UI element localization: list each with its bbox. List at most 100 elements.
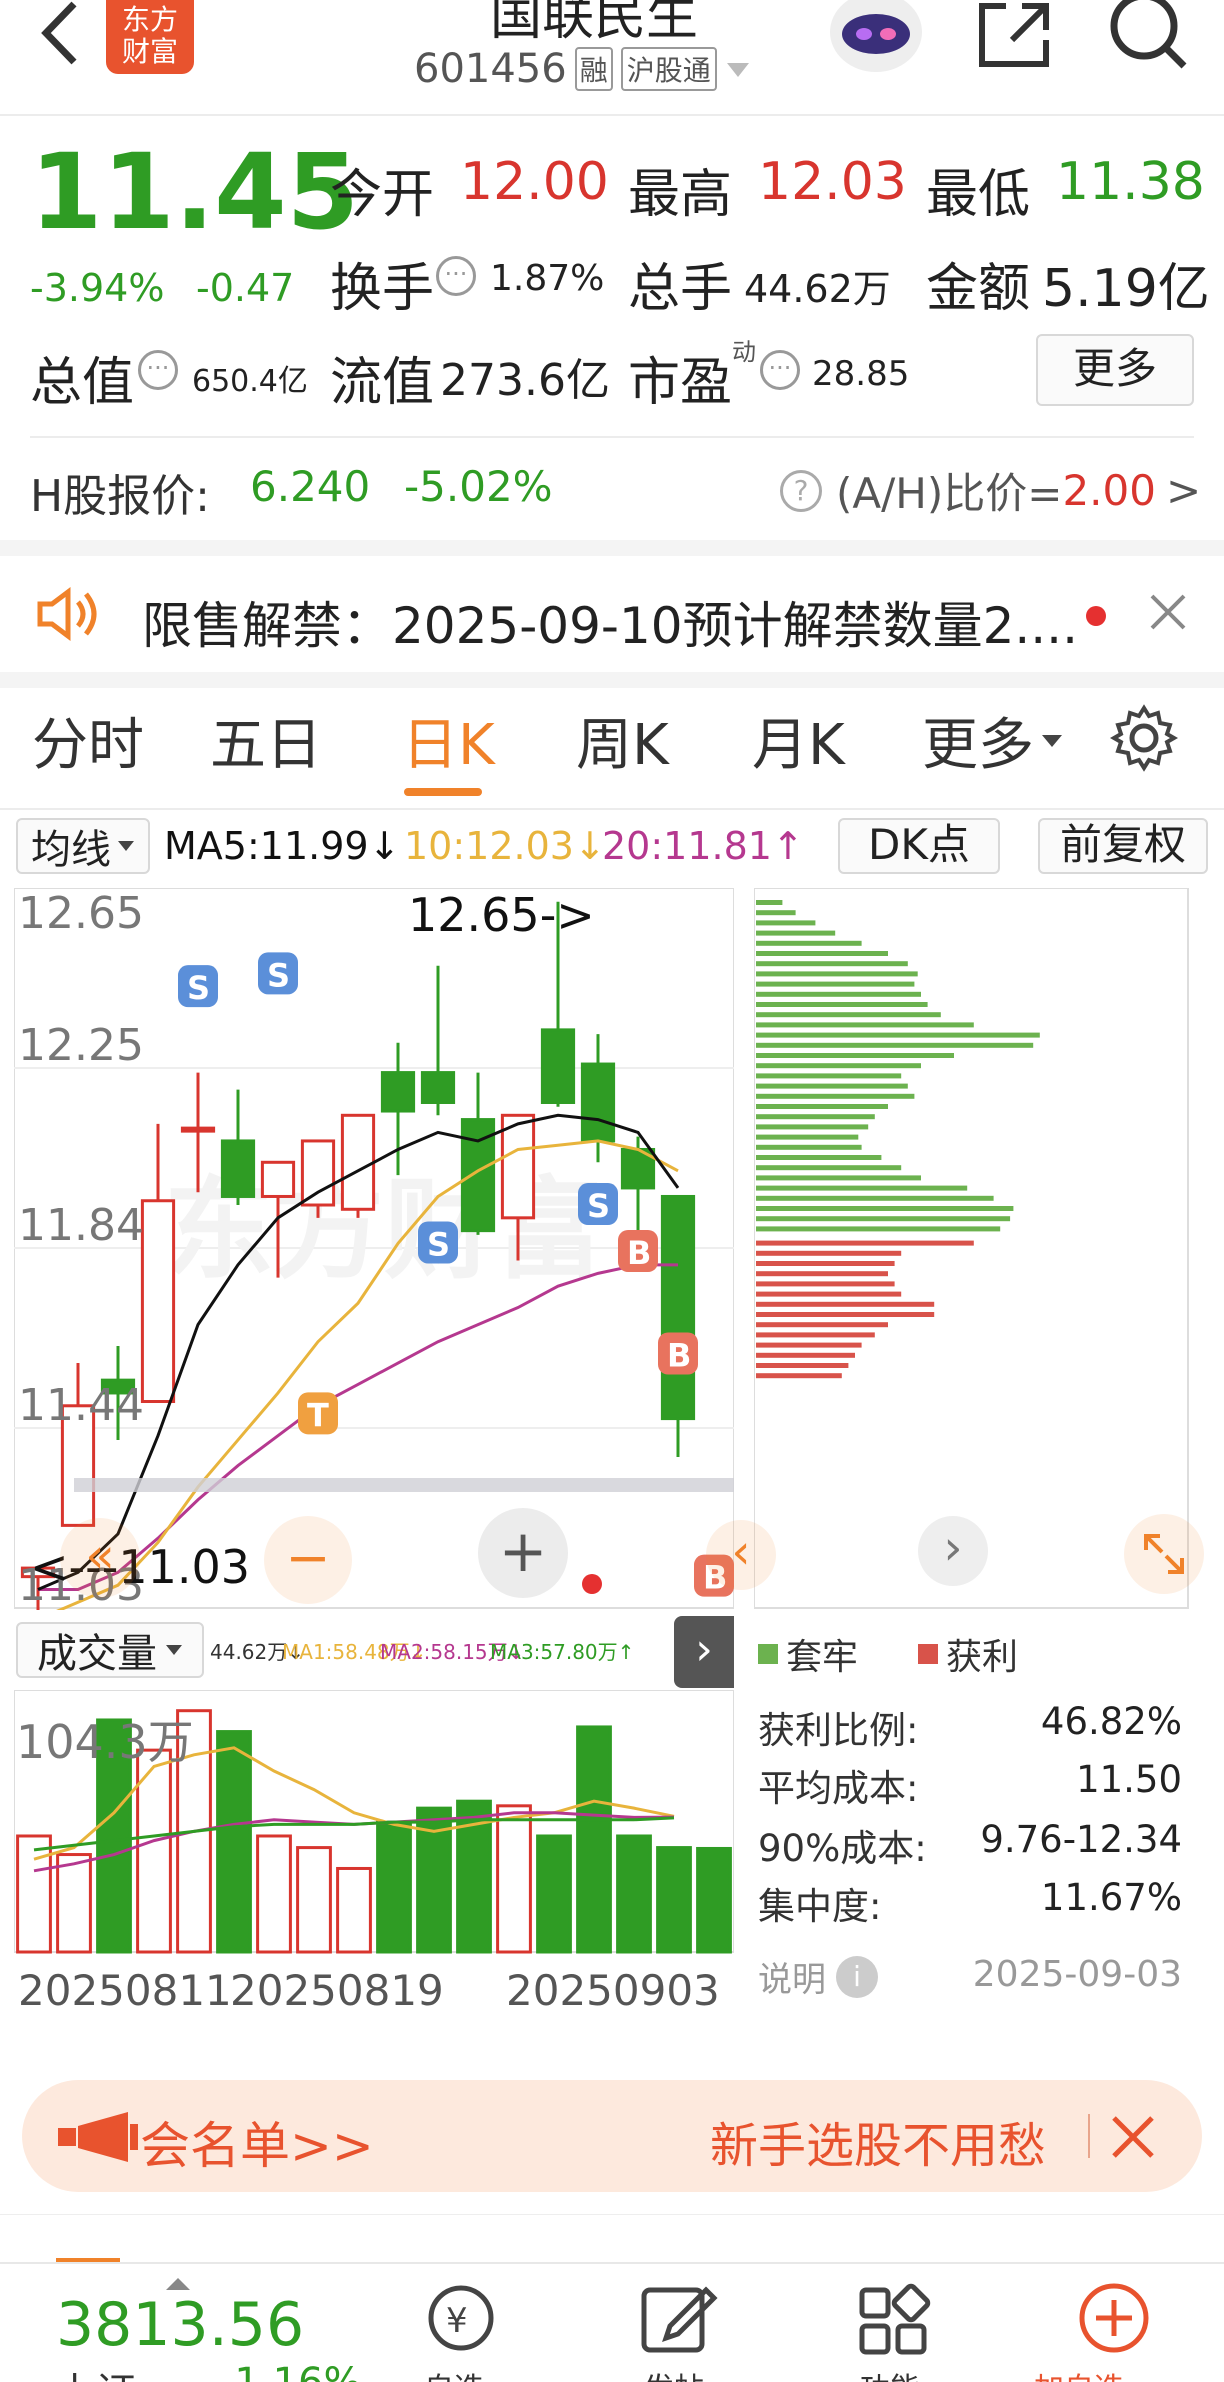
index-quote[interactable]: 3813.56 上证 -1.16% xyxy=(56,2264,362,2382)
robot-avatar[interactable] xyxy=(826,0,926,76)
hshare-label: H股报价: xyxy=(30,471,210,522)
last-price: 11.45 xyxy=(30,131,359,253)
watchlist-icon[interactable]: ¥ xyxy=(416,2282,506,2362)
mktcap-label: 总值 xyxy=(30,353,135,413)
search-button[interactable] xyxy=(1108,0,1188,72)
tab-more[interactable]: 更多 xyxy=(922,700,1064,781)
signal-marker-label: T xyxy=(307,1396,329,1434)
ah-ratio[interactable]: ? (A/H)比价= 2.00 > xyxy=(780,460,1201,521)
notice-text: 限售解禁：2025-09-10预计解禁数量2.... xyxy=(142,597,1078,655)
post-icon[interactable] xyxy=(636,2280,720,2360)
chip-bar-profit xyxy=(756,1281,895,1287)
y-tick: 12.65 xyxy=(18,888,144,939)
chip-bar-trap xyxy=(756,1216,1011,1222)
chip-bar-profit xyxy=(756,1291,902,1297)
vol-next-button[interactable]: › xyxy=(674,1616,734,1688)
mktcap-info-icon[interactable]: ··· xyxy=(138,350,178,390)
chip-bar-trap xyxy=(756,1093,915,1099)
active-tab-indicator xyxy=(404,788,482,796)
pe-label: 市盈 xyxy=(628,353,733,413)
chip-bar-trap xyxy=(756,910,796,916)
signal-marker-label: S xyxy=(587,1187,610,1225)
change-percent: -3.94% xyxy=(30,266,165,310)
chip-bar-profit xyxy=(756,1261,895,1266)
signal-marker-label: B xyxy=(627,1234,651,1272)
share-button[interactable] xyxy=(976,0,1052,70)
pe-info-icon[interactable]: ··· xyxy=(760,350,800,390)
chip-nav-right[interactable]: › xyxy=(918,1516,988,1586)
nav-label: 自选 xyxy=(424,2364,484,2382)
notice-bar[interactable]: 限售解禁：2025-09-10预计解禁数量2.... xyxy=(0,556,1224,672)
chip-bar-trap xyxy=(756,1226,1001,1232)
index-name: 上证 xyxy=(56,2360,136,2382)
scroll-left-button[interactable]: « xyxy=(60,1518,140,1598)
open-value: 12.00 xyxy=(460,152,609,212)
chip-bar-trap xyxy=(756,920,816,926)
chip-nav-left[interactable]: ‹ xyxy=(706,1520,776,1590)
chip-bar-trap xyxy=(756,1063,921,1069)
volume-select[interactable]: 成交量 xyxy=(16,1622,204,1678)
hshare-price: 6.240 xyxy=(250,462,371,511)
live-dot xyxy=(582,1574,602,1594)
more-button[interactable]: 更多 xyxy=(1036,334,1194,406)
dropdown-icon xyxy=(726,63,749,77)
chip-row-label: 90%成本: xyxy=(758,1827,927,1870)
volume-bar xyxy=(376,1820,412,1954)
date-start: 20250811 xyxy=(18,1966,232,2015)
zoom-in-button[interactable]: + xyxy=(478,1508,568,1598)
chip-note-label: 说明 xyxy=(758,1960,826,2000)
chip-bar-trap xyxy=(756,1053,954,1058)
stock-code[interactable]: 601456 融 沪股通 xyxy=(414,44,751,94)
y-tick: 11.84 xyxy=(18,1200,144,1251)
chip-bar-profit xyxy=(756,1332,875,1338)
tab-five-day[interactable]: 五日 xyxy=(210,700,322,781)
chip-bar-trap xyxy=(756,961,908,967)
chip-bar-trap xyxy=(756,940,862,946)
close-icon[interactable] xyxy=(1148,592,1188,632)
candle-body xyxy=(220,1139,256,1198)
dk-label: DK点 xyxy=(868,820,970,869)
expand-button[interactable] xyxy=(1124,1514,1204,1594)
high-label: 最高 xyxy=(628,165,733,225)
volume-value: 44.62万 xyxy=(744,267,891,311)
chevron-down-icon xyxy=(1042,734,1062,747)
close-icon[interactable] xyxy=(1110,2114,1156,2160)
turnover-info-icon[interactable]: ··· xyxy=(436,256,476,296)
cost-band xyxy=(74,1478,734,1492)
nav-label: 加自选 xyxy=(1034,2364,1124,2382)
help-icon: ? xyxy=(780,469,822,512)
add-watchlist-icon[interactable] xyxy=(1072,2280,1156,2360)
tab-intraday[interactable]: 分时 xyxy=(32,700,144,781)
indicator-select[interactable]: 均线 xyxy=(16,818,150,874)
tab-monthly-k[interactable]: 月K xyxy=(752,700,845,781)
indicator-label: 均线 xyxy=(31,827,111,873)
adjust-label: 前复权 xyxy=(1059,820,1186,869)
promo-banner[interactable]: 会名单>> 新手选股不用愁 xyxy=(22,2080,1202,2192)
chip-bar-trap xyxy=(756,1114,875,1120)
candle-body xyxy=(660,1194,696,1421)
share-icon xyxy=(979,3,1049,67)
signal-marker-label: B xyxy=(667,1337,691,1375)
zoom-out-button[interactable]: − xyxy=(264,1516,352,1604)
candle-body xyxy=(300,1139,336,1207)
chip-bar-trap xyxy=(756,1104,888,1109)
chip-bar-trap xyxy=(756,1175,921,1181)
apps-icon[interactable] xyxy=(852,2280,936,2360)
dk-button[interactable]: DK点 xyxy=(838,818,1000,874)
adjust-button[interactable]: 前复权 xyxy=(1038,818,1208,874)
vol-ma3: MA3:57.80万↑ xyxy=(490,1640,635,1664)
back-button[interactable] xyxy=(30,0,90,66)
tab-daily-k[interactable]: 日K xyxy=(402,700,495,781)
chip-note[interactable]: 说明 i xyxy=(758,1952,878,2001)
settings-icon[interactable] xyxy=(1110,704,1178,772)
chip-row-value: 11.50 xyxy=(1076,1758,1182,1801)
tab-weekly-k[interactable]: 周K xyxy=(576,700,669,781)
candle-body xyxy=(260,1160,296,1198)
high-marker: 12.65-> xyxy=(408,888,595,942)
chip-bar-trap xyxy=(756,981,915,987)
chip-bar-profit xyxy=(756,1352,855,1358)
volume-max: 104.3万 xyxy=(16,1715,194,1769)
notice-dot xyxy=(1086,606,1106,626)
chip-bar-trap xyxy=(756,1022,974,1028)
chip-row-label: 获利比例: xyxy=(758,1709,919,1752)
